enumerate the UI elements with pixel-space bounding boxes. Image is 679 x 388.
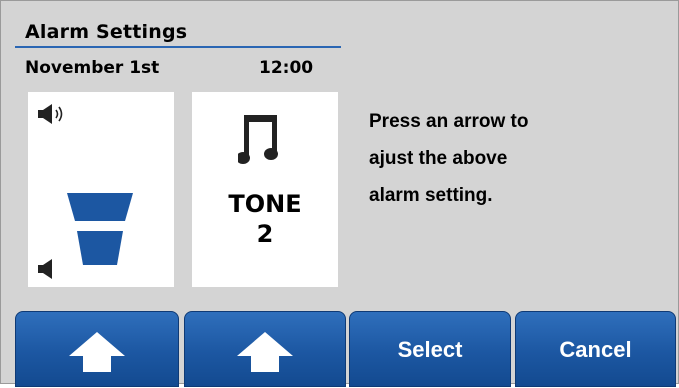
select-button-label: Select (397, 337, 463, 362)
select-button[interactable]: Select (349, 311, 511, 387)
current-date: November 1st (25, 58, 160, 78)
current-time: 12:00 (259, 58, 314, 78)
volume-setting-card (28, 92, 174, 287)
instruction-line-2: ajust the above (369, 148, 508, 169)
instruction-text: Press an arrow to ajust the above alarm … (369, 108, 669, 219)
instruction-line-1: Press an arrow to (369, 111, 529, 132)
arrow-up-icon (69, 332, 125, 372)
tone-up-button[interactable] (184, 311, 346, 387)
speaker-quiet-icon (38, 259, 52, 279)
tone-label: TONE 2 (192, 189, 338, 249)
instruction-line-3: alarm setting. (369, 185, 493, 206)
volume-bar-lower (77, 231, 123, 265)
cancel-button[interactable]: Cancel (515, 311, 676, 387)
volume-up-button[interactable] (15, 311, 179, 387)
volume-bar-upper (67, 193, 133, 221)
arrow-up-icon (237, 332, 293, 372)
tone-label-text: TONE (228, 190, 302, 218)
tone-setting-card: TONE 2 (192, 92, 338, 287)
title-divider (15, 46, 341, 48)
volume-level-indicator (67, 193, 133, 265)
page-title: Alarm Settings (25, 21, 188, 43)
music-note-icon (238, 115, 278, 164)
cancel-button-label: Cancel (559, 337, 632, 362)
speaker-loud-icon (38, 104, 63, 124)
tone-number: 2 (256, 220, 274, 248)
alarm-settings-screen: Alarm Settings November 1st 12:00 TONE 2… (0, 0, 679, 387)
